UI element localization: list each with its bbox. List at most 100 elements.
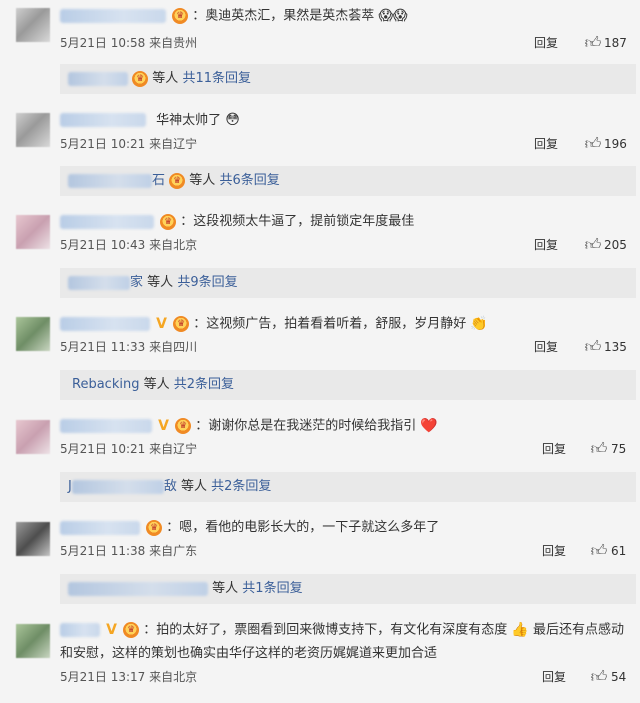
comment-text-continued: 最后还有点感动: [533, 622, 625, 638]
sub-reply-name[interactable]: 石: [152, 173, 165, 188]
crown-badge-icon: ♛: [132, 70, 149, 87]
crown-badge-icon: ♛: [175, 418, 192, 434]
sub-replies-bar: 家 等人 共9条回复: [60, 268, 636, 298]
sub-reply-name[interactable]: 敌: [164, 479, 177, 494]
like-count: 205: [604, 238, 627, 252]
view-replies-link[interactable]: 共9条回复: [177, 275, 237, 290]
emoji-icon: 👏: [470, 316, 488, 332]
avatar[interactable]: [16, 113, 50, 147]
sub-replies-bar: J敌 等人 共2条回复: [60, 472, 636, 502]
avatar[interactable]: [16, 317, 50, 351]
view-replies-link[interactable]: 共6条回复: [219, 173, 279, 188]
thumbs-up-icon[interactable]: 👍︎: [590, 668, 608, 686]
emoji-icon: ❤️: [420, 418, 438, 434]
crown-badge-icon: ♛: [169, 172, 186, 189]
avatar[interactable]: [16, 420, 50, 454]
sub-reply-name[interactable]: Rebacking: [72, 377, 139, 392]
avatar[interactable]: [16, 215, 50, 249]
like-count: 54: [611, 670, 627, 684]
sub-reply-username[interactable]: [71, 479, 164, 494]
view-replies-link[interactable]: 共2条回复: [174, 377, 234, 392]
sub-reply-name[interactable]: 家: [130, 275, 143, 290]
avatar[interactable]: [16, 624, 50, 658]
view-replies-link[interactable]: 共11条回复: [182, 71, 251, 86]
comment-text-line2: 和安慰，这样的策划也确实由华仔这样的老资历娓娓道来更加合适: [60, 646, 438, 661]
comment-text: 华神太帅了: [156, 112, 222, 128]
username[interactable]: [60, 9, 166, 23]
thumbs-up-icon[interactable]: 👍︎: [584, 236, 602, 254]
crown-badge-icon: ♛: [160, 213, 177, 230]
username[interactable]: [60, 317, 150, 331]
sub-and-label: 等人: [189, 173, 216, 188]
thumbs-up-icon[interactable]: 👍︎: [584, 34, 602, 52]
comment-date: 5月21日 13:17: [60, 670, 146, 684]
sub-replies-bar: 石 ♛ 等人 共6条回复: [60, 166, 636, 196]
comment-location: 来自北京: [149, 238, 198, 252]
sub-and-label: 等人: [212, 581, 239, 596]
thumbs-up-icon[interactable]: 👍︎: [590, 440, 608, 458]
comment-location: 来自辽宁: [149, 442, 198, 456]
reply-button[interactable]: 回复: [534, 236, 558, 254]
thumbs-up-icon[interactable]: 👍︎: [584, 135, 602, 153]
sub-reply-username[interactable]: [68, 173, 152, 188]
view-replies-link[interactable]: 共2条回复: [211, 479, 271, 494]
crown-badge-icon: ♛: [123, 622, 140, 638]
username[interactable]: [60, 623, 100, 637]
sub-replies-bar: ♛ 等人 共11条回复: [60, 64, 636, 94]
like-count: 187: [604, 36, 627, 50]
comment-location: 来自辽宁: [149, 137, 198, 151]
verified-v-icon: V: [156, 316, 167, 332]
comment-text: ：嗯，看他的电影长大的，一下子就这么多年了: [166, 520, 440, 535]
like-count: 135: [604, 340, 627, 354]
crown-badge-icon: ♛: [173, 316, 190, 332]
sub-reply-username[interactable]: [68, 71, 128, 86]
sub-and-label: 等人: [181, 479, 208, 494]
like-count: 61: [611, 544, 627, 558]
emoji-icon: 😱😱: [378, 8, 408, 24]
reply-button[interactable]: 回复: [534, 338, 558, 356]
comment-location: 来自北京: [149, 670, 198, 684]
verified-v-icon: V: [106, 622, 117, 638]
comment-text: ：奥迪英杰汇，果然是英杰荟萃: [192, 8, 375, 24]
comment-text: ：拍的太好了，票圈看到回来微博支持下，有文化有深度有态度: [143, 622, 508, 638]
avatar[interactable]: [16, 8, 50, 42]
sub-replies-bar: 等人 共1条回复: [60, 574, 636, 604]
comment-text: ：这段视频太牛逼了，提前锁定年度最佳: [180, 214, 415, 229]
comment-text: ：这视频广告，拍着看着听着，舒服，岁月静好: [193, 316, 467, 332]
comment-location: 来自贵州: [149, 36, 198, 50]
avatar[interactable]: [16, 522, 50, 556]
sub-reply-username[interactable]: [68, 581, 208, 596]
view-replies-link[interactable]: 共1条回复: [242, 581, 302, 596]
reply-button[interactable]: 回复: [534, 34, 558, 52]
like-count: 75: [611, 442, 627, 456]
thumbs-up-icon[interactable]: 👍︎: [584, 338, 602, 356]
comment-text: ：谢谢你总是在我迷茫的时候给我指引: [195, 418, 417, 434]
comment-location: 来自四川: [149, 340, 198, 354]
crown-badge-icon: ♛: [172, 8, 189, 24]
thumbs-up-emoji-icon: 👍: [511, 622, 529, 638]
comment-date: 5月21日 10:43: [60, 238, 146, 252]
verified-v-icon: V: [158, 418, 169, 434]
comment-date: 5月21日 10:21: [60, 442, 146, 456]
comment-date: 5月21日 11:33: [60, 340, 146, 354]
reply-button[interactable]: 回复: [542, 440, 566, 458]
comment-date: 5月21日 11:38: [60, 544, 146, 558]
username[interactable]: [60, 113, 146, 127]
sub-and-label: 等人: [147, 275, 174, 290]
crown-badge-icon: ♛: [146, 519, 163, 536]
like-count: 196: [604, 137, 627, 151]
comment-date: 5月21日 10:21: [60, 137, 146, 151]
sub-reply-username[interactable]: [68, 275, 130, 290]
comment-location: 来自广东: [149, 544, 198, 558]
reply-button[interactable]: 回复: [534, 135, 558, 153]
thumbs-up-icon[interactable]: 👍︎: [590, 542, 608, 560]
username[interactable]: [60, 520, 140, 535]
reply-button[interactable]: 回复: [542, 668, 566, 686]
comment-date: 5月21日 10:58: [60, 36, 146, 50]
sub-replies-bar: Rebacking 等人 共2条回复: [60, 370, 636, 400]
username[interactable]: [60, 214, 154, 229]
username[interactable]: [60, 419, 152, 433]
emoji-icon: 😳: [225, 112, 240, 128]
sub-and-label: 等人: [143, 377, 170, 392]
reply-button[interactable]: 回复: [542, 542, 566, 560]
